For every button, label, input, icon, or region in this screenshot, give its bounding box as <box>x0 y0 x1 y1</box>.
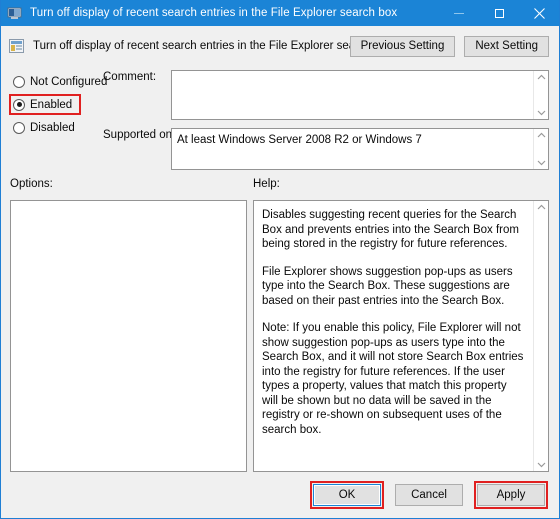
supported-on-input: At least Windows Server 2008 R2 or Windo… <box>171 128 549 170</box>
previous-setting-button[interactable]: Previous Setting <box>349 35 456 57</box>
options-label: Options: <box>10 178 53 190</box>
comment-input[interactable] <box>171 70 549 120</box>
apply-button-highlight: Apply <box>474 481 548 509</box>
supported-on-value: At least Windows Server 2008 R2 or Windo… <box>177 134 422 146</box>
apply-button[interactable]: Apply <box>477 484 545 506</box>
next-setting-button[interactable]: Next Setting <box>464 35 549 57</box>
help-paragraph: Disables suggesting recent queries for t… <box>262 209 519 250</box>
help-paragraph: Note: If you enable this policy, File Ex… <box>262 322 524 436</box>
scroll-down-icon[interactable] <box>537 461 546 468</box>
ok-button-highlight: OK <box>310 481 384 509</box>
policy-header: Turn off display of recent search entrie… <box>1 26 559 66</box>
minimize-icon[interactable] <box>439 0 479 26</box>
title-bar: Turn off display of recent search entrie… <box>1 0 559 26</box>
policy-setting-icon <box>7 5 23 21</box>
radio-indicator-icon <box>13 98 25 111</box>
radio-label: Not Configured <box>30 75 108 88</box>
close-icon[interactable] <box>519 0 559 26</box>
policy-state-group: Not Configured Enabled Disabled <box>1 66 107 178</box>
help-panel: Disables suggesting recent queries for t… <box>253 200 549 472</box>
scroll-down-icon[interactable] <box>537 159 546 166</box>
ok-button[interactable]: OK <box>313 484 381 506</box>
comment-row: Comment: <box>103 70 549 120</box>
radio-label: Enabled <box>30 98 73 111</box>
metadata-fields: Comment: Supported on: At least Windows … <box>101 66 549 178</box>
supported-on-label: Supported on: <box>103 129 176 141</box>
maximize-icon[interactable] <box>479 0 519 26</box>
options-panel[interactable] <box>10 200 247 472</box>
scroll-down-icon[interactable] <box>537 109 546 116</box>
comment-label: Comment: <box>103 71 157 83</box>
radio-disabled[interactable]: Disabled <box>10 117 101 138</box>
window-controls <box>439 0 559 26</box>
supported-on-row: Supported on: At least Windows Server 20… <box>103 128 549 170</box>
setting-navigation: Previous Setting Next Setting <box>349 35 549 57</box>
scroll-up-icon[interactable] <box>537 74 546 81</box>
window-title: Turn off display of recent search entrie… <box>30 7 398 19</box>
help-label: Help: <box>253 178 280 190</box>
scroll-up-icon[interactable] <box>537 132 546 139</box>
policy-name: Turn off display of recent search entrie… <box>33 40 350 52</box>
panels-row: Disables suggesting recent queries for t… <box>1 200 559 472</box>
help-paragraph: File Explorer shows suggestion pop-ups a… <box>262 265 513 307</box>
dialog-footer: OK Cancel Apply <box>1 472 559 518</box>
cancel-button-wrap: Cancel <box>392 481 466 509</box>
cancel-button[interactable]: Cancel <box>395 484 463 506</box>
radio-not-configured[interactable]: Not Configured <box>10 71 107 92</box>
panel-labels: Options: Help: <box>1 178 559 200</box>
options-content <box>11 201 246 471</box>
comment-scrollbar[interactable] <box>533 71 548 119</box>
radio-indicator-icon <box>13 75 25 88</box>
radio-indicator-icon <box>13 121 25 134</box>
policy-setting-icon <box>9 38 25 54</box>
help-text: Disables suggesting recent queries for t… <box>254 201 533 471</box>
supported-on-scrollbar[interactable] <box>533 129 548 169</box>
scroll-up-icon[interactable] <box>537 204 546 211</box>
comment-value[interactable] <box>172 71 533 119</box>
state-and-metadata: Not Configured Enabled Disabled Comment: <box>1 66 559 178</box>
radio-enabled[interactable]: Enabled <box>9 94 81 115</box>
policy-setting-dialog: Turn off display of recent search entrie… <box>0 0 560 519</box>
help-scrollbar[interactable] <box>533 201 548 471</box>
radio-label: Disabled <box>30 121 75 134</box>
